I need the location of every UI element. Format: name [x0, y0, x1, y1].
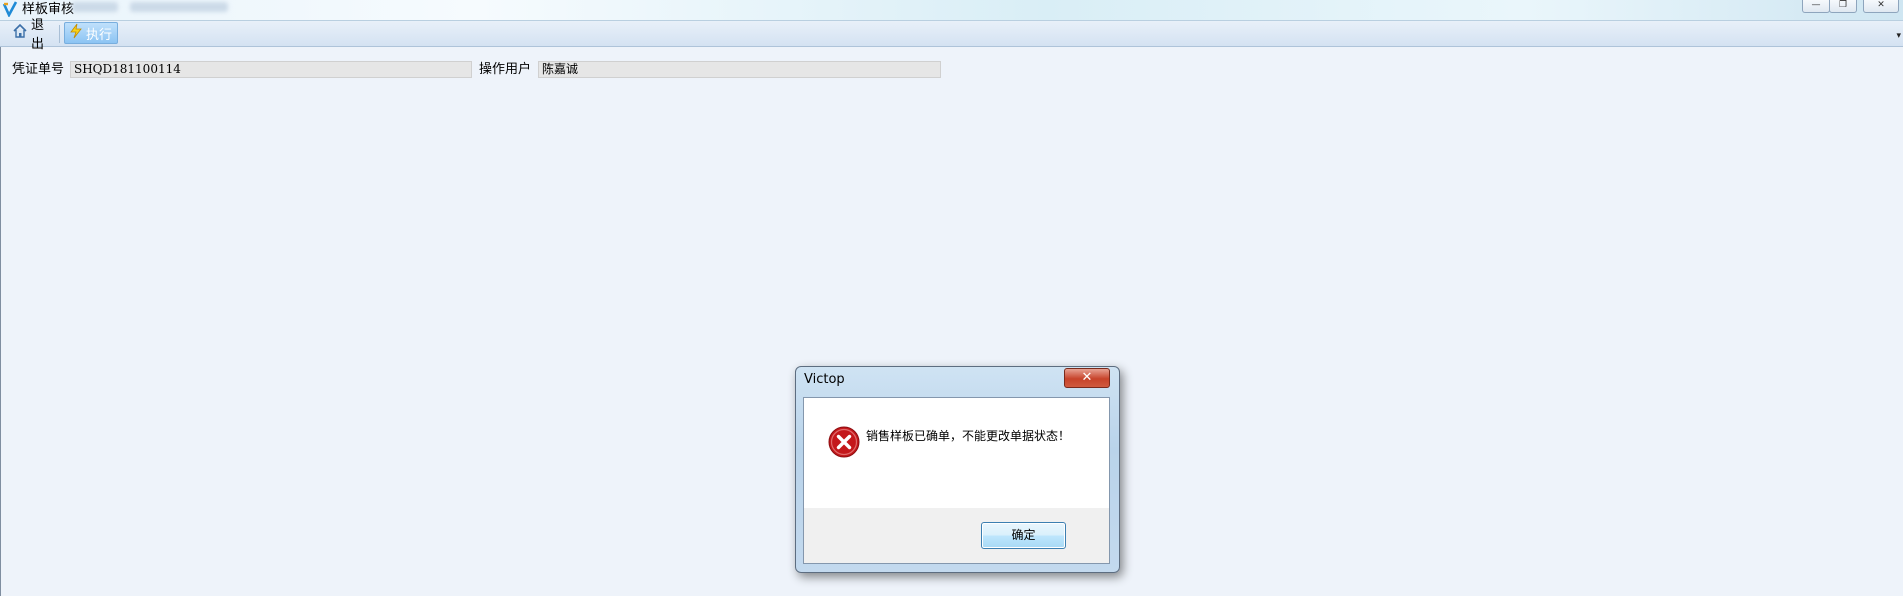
- dialog-message: 销售样板已确单，不能更改单据状态！: [866, 429, 1071, 443]
- title-bar: 样板审核 — ❐ ✕: [0, 0, 1903, 21]
- app-logo-icon: [2, 1, 18, 18]
- execute-label: 执行: [86, 27, 113, 43]
- restore-button[interactable]: ❐: [1829, 0, 1857, 13]
- toolbar-menu-arrow-icon[interactable]: ▾: [1896, 31, 1901, 41]
- blurred-title-email: [130, 2, 228, 12]
- voucher-number-field[interactable]: SHQD181100114: [70, 61, 472, 78]
- ok-button[interactable]: 确定: [981, 522, 1066, 549]
- dialog-footer: 确定: [804, 508, 1109, 563]
- execute-button[interactable]: 执行: [64, 22, 118, 44]
- home-icon: [12, 23, 28, 43]
- operator-label: 操作用户: [479, 62, 532, 77]
- voucher-number-label: 凭证单号: [12, 62, 65, 77]
- dialog-body: 销售样板已确单，不能更改单据状态！ 确定: [803, 397, 1110, 564]
- toolbar-separator: [59, 25, 60, 43]
- window-left-border: [0, 47, 1, 596]
- exit-button[interactable]: 退出: [8, 18, 58, 52]
- error-dialog: Victop ✕ 销售样板已确单，不能更改单据状态！ 确定: [795, 366, 1120, 573]
- close-window-button[interactable]: ✕: [1863, 0, 1899, 13]
- operator-field[interactable]: 陈嘉诚: [538, 61, 941, 78]
- exit-label: 退出: [31, 18, 45, 52]
- blurred-title-suffix: [72, 2, 118, 12]
- toolbar: 退出 执行 ▾: [0, 18, 1903, 52]
- minimize-button[interactable]: —: [1802, 0, 1830, 13]
- lightning-icon: [69, 23, 83, 43]
- error-icon: [828, 426, 860, 458]
- dialog-close-button[interactable]: ✕: [1064, 368, 1110, 388]
- dialog-title: Victop: [804, 372, 845, 387]
